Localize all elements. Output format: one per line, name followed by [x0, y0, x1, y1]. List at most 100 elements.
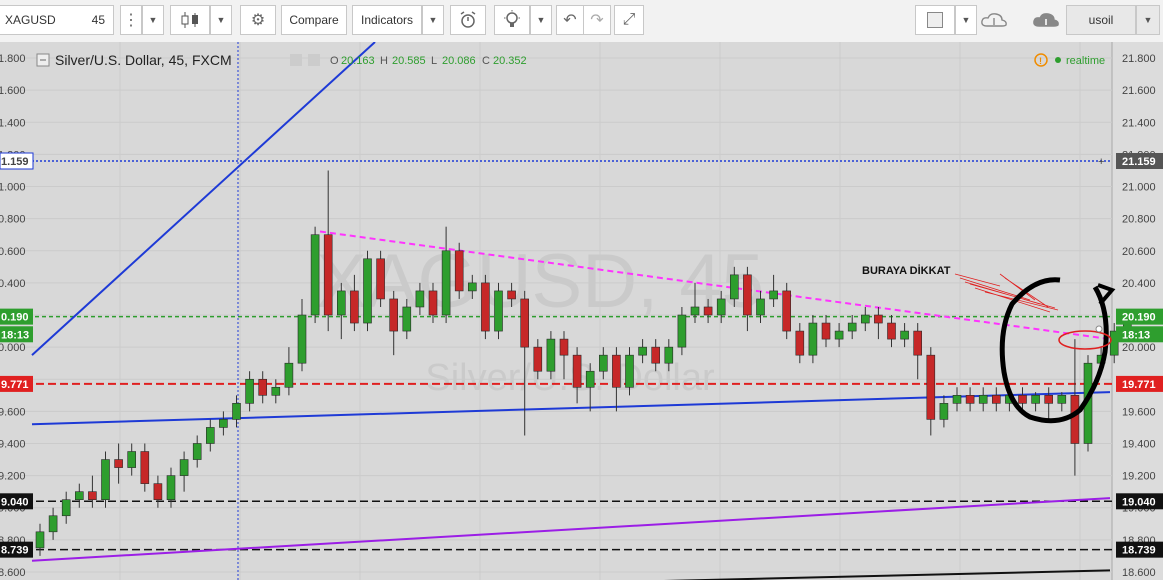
candle-body: [546, 338, 556, 372]
interval-dropdown-button[interactable]: ▼: [142, 5, 164, 35]
candle-body: [428, 290, 438, 316]
ideas-dropdown[interactable]: ▼: [530, 5, 552, 35]
left-price-tick-label: 1.400: [0, 117, 26, 129]
user-dropdown[interactable]: ▼: [1136, 5, 1160, 35]
candle-body: [363, 258, 372, 324]
candle-body: [1031, 395, 1040, 404]
candle-body: [1044, 395, 1053, 404]
candle-body: [310, 234, 320, 316]
candle-body: [965, 395, 975, 404]
fullscreen-button[interactable]: ⤢: [614, 5, 644, 35]
price-tick-label: 18.600: [1122, 567, 1156, 579]
left-price-tick-label: 0.600: [0, 246, 26, 258]
candle-body: [376, 258, 385, 300]
legend-o-label: O: [330, 55, 339, 67]
square-layout-icon: [927, 12, 943, 28]
compare-button[interactable]: Compare: [281, 5, 347, 35]
legend-l-label: L: [431, 55, 437, 67]
layout-button[interactable]: [915, 5, 955, 35]
annotation-text: BURAYA DİKKAT: [862, 264, 951, 277]
symbol-text: XAGUSD: [5, 13, 56, 27]
candle-body: [690, 306, 700, 316]
left-price-tick-label: 1.000: [0, 182, 26, 194]
candle-body: [297, 314, 307, 364]
drawing-handle[interactable]: [1095, 325, 1103, 333]
legend-title: Silver/U.S. Dollar, 45, FXCM: [55, 52, 232, 68]
left-price-tick-label: 0.800: [0, 214, 26, 226]
price-tick-label: 21.600: [1122, 85, 1156, 97]
candle-body: [245, 378, 254, 404]
symbol-input[interactable]: XAGUSD 45: [0, 5, 114, 35]
price-tag-right-label: 20.190: [1122, 312, 1156, 324]
candle-body: [808, 322, 818, 356]
alert-button[interactable]: [450, 5, 486, 35]
indicators-dropdown[interactable]: ▼: [422, 5, 444, 35]
cloud-save-button[interactable]: [970, 5, 1018, 35]
price-tag-right-label: 19.040: [1122, 496, 1156, 508]
interval-text: 45: [91, 13, 105, 27]
price-tick-label: 21.800: [1122, 53, 1156, 65]
cloud-load-button[interactable]: [1022, 5, 1070, 35]
left-price-tick-label: 9.600: [0, 406, 26, 418]
price-tick-label: 19.400: [1122, 438, 1156, 450]
realtime-label: realtime: [1066, 55, 1105, 67]
candle-body: [926, 354, 936, 420]
candle-body: [1057, 395, 1067, 404]
price-tick-label: 21.400: [1122, 117, 1156, 129]
candle-body: [192, 443, 202, 460]
redo-button[interactable]: ↷: [583, 5, 611, 35]
left-price-tick-label: 0.400: [0, 278, 26, 290]
price-tag-left-label: 1.159: [1, 156, 29, 168]
candle-body: [716, 298, 726, 316]
gear-icon: ⚙: [250, 12, 266, 29]
ideas-button[interactable]: [494, 5, 530, 35]
candle-body: [402, 306, 412, 332]
user-layout-name[interactable]: usoil: [1066, 5, 1136, 35]
candle-body: [35, 531, 45, 549]
candle-body: [612, 354, 621, 388]
candle-body: [481, 282, 490, 332]
price-tick-label: 20.600: [1122, 246, 1156, 258]
redo-icon: ↷: [590, 12, 604, 29]
price-chart[interactable]: XAGUSD, 45 Silver/U.S. Dollar BURAYA DİK…: [0, 42, 1163, 580]
candle-body: [638, 346, 647, 356]
legend-o-value: 20.163: [341, 55, 375, 67]
candle-body: [795, 330, 805, 356]
candle-body: [166, 475, 176, 501]
candle-body: [271, 386, 281, 396]
chart-type-button[interactable]: [170, 5, 210, 35]
price-tag-left-label: 18:13: [1, 329, 29, 341]
settings-button[interactable]: ⚙: [240, 5, 276, 35]
candle-body: [598, 354, 608, 372]
candle-body: [153, 483, 163, 501]
price-tag-right-label: 19.771: [1122, 379, 1156, 391]
candle-body: [507, 290, 516, 300]
candle-body: [703, 306, 713, 316]
more-options-button[interactable]: ⋮: [120, 5, 142, 35]
candle-body: [232, 403, 241, 420]
candle-body: [494, 290, 503, 332]
price-tick-label: 19.600: [1122, 406, 1156, 418]
price-tick-label: 20.800: [1122, 214, 1156, 226]
candle-body: [520, 298, 530, 348]
legend-settings-icon[interactable]: [290, 54, 302, 66]
candle-body: [782, 290, 792, 332]
candle-body: [336, 290, 346, 316]
price-tick-label: 20.400: [1122, 278, 1156, 290]
candle-body: [454, 250, 464, 292]
chart-type-dropdown[interactable]: ▼: [210, 5, 232, 35]
fullscreen-icon: ⤢: [622, 11, 636, 28]
price-tag-right-label: 18:13: [1122, 329, 1150, 341]
legend-c-label: C: [482, 55, 490, 67]
candle-body: [140, 451, 150, 484]
warning-mark: !: [1039, 56, 1042, 66]
indicators-button[interactable]: Indicators: [352, 5, 422, 35]
undo-icon: ↶: [563, 12, 577, 29]
candle-body: [939, 403, 949, 420]
left-price-tick-label: 9.200: [0, 471, 26, 483]
candle-body: [743, 274, 752, 316]
legend-hide-icon[interactable]: [308, 54, 320, 66]
candle-body: [559, 338, 569, 356]
undo-button[interactable]: ↶: [556, 5, 584, 35]
candle-body: [834, 330, 844, 340]
